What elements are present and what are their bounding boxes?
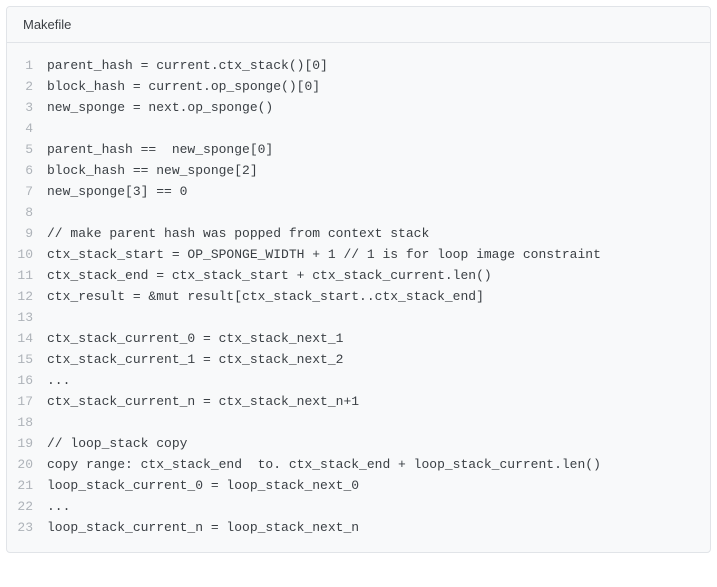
line-number: 19	[7, 433, 47, 454]
code-line: 11ctx_stack_end = ctx_stack_start + ctx_…	[7, 265, 710, 286]
line-content	[47, 412, 710, 433]
code-line: 5parent_hash == new_sponge[0]	[7, 139, 710, 160]
line-number: 7	[7, 181, 47, 202]
code-line: 4	[7, 118, 710, 139]
code-header: Makefile	[7, 7, 710, 43]
line-number: 1	[7, 55, 47, 76]
line-content: ctx_result = &mut result[ctx_stack_start…	[47, 286, 710, 307]
line-number: 12	[7, 286, 47, 307]
line-content: ctx_stack_current_0 = ctx_stack_next_1	[47, 328, 710, 349]
code-body: 1parent_hash = current.ctx_stack()[0]2bl…	[7, 43, 710, 552]
line-number: 9	[7, 223, 47, 244]
line-content: ctx_stack_current_n = ctx_stack_next_n+1	[47, 391, 710, 412]
line-content: parent_hash == new_sponge[0]	[47, 139, 710, 160]
code-line: 16...	[7, 370, 710, 391]
line-number: 13	[7, 307, 47, 328]
code-line: 19// loop_stack copy	[7, 433, 710, 454]
line-content: // make parent hash was popped from cont…	[47, 223, 710, 244]
code-block: Makefile 1parent_hash = current.ctx_stac…	[6, 6, 711, 553]
line-content: block_hash = current.op_sponge()[0]	[47, 76, 710, 97]
code-line: 23loop_stack_current_n = loop_stack_next…	[7, 517, 710, 538]
code-line: 7new_sponge[3] == 0	[7, 181, 710, 202]
line-number: 6	[7, 160, 47, 181]
code-line: 6block_hash == new_sponge[2]	[7, 160, 710, 181]
line-content: // loop_stack copy	[47, 433, 710, 454]
line-number: 20	[7, 454, 47, 475]
line-number: 5	[7, 139, 47, 160]
line-number: 22	[7, 496, 47, 517]
line-content: ...	[47, 496, 710, 517]
code-line: 3new_sponge = next.op_sponge()	[7, 97, 710, 118]
line-number: 18	[7, 412, 47, 433]
code-line: 17ctx_stack_current_n = ctx_stack_next_n…	[7, 391, 710, 412]
code-line: 21loop_stack_current_0 = loop_stack_next…	[7, 475, 710, 496]
line-number: 23	[7, 517, 47, 538]
line-content	[47, 118, 710, 139]
code-line: 14ctx_stack_current_0 = ctx_stack_next_1	[7, 328, 710, 349]
code-line: 2block_hash = current.op_sponge()[0]	[7, 76, 710, 97]
line-number: 4	[7, 118, 47, 139]
line-content: block_hash == new_sponge[2]	[47, 160, 710, 181]
line-number: 16	[7, 370, 47, 391]
line-number: 17	[7, 391, 47, 412]
line-content: loop_stack_current_0 = loop_stack_next_0	[47, 475, 710, 496]
line-content: parent_hash = current.ctx_stack()[0]	[47, 55, 710, 76]
code-line: 20copy range: ctx_stack_end to. ctx_stac…	[7, 454, 710, 475]
line-content: new_sponge = next.op_sponge()	[47, 97, 710, 118]
code-line: 13	[7, 307, 710, 328]
code-line: 8	[7, 202, 710, 223]
code-language-label: Makefile	[23, 17, 71, 32]
line-number: 10	[7, 244, 47, 265]
code-line: 18	[7, 412, 710, 433]
line-number: 14	[7, 328, 47, 349]
line-content	[47, 307, 710, 328]
line-content	[47, 202, 710, 223]
code-line: 9// make parent hash was popped from con…	[7, 223, 710, 244]
code-line: 10ctx_stack_start = OP_SPONGE_WIDTH + 1 …	[7, 244, 710, 265]
code-line: 1parent_hash = current.ctx_stack()[0]	[7, 55, 710, 76]
line-number: 21	[7, 475, 47, 496]
code-line: 15ctx_stack_current_1 = ctx_stack_next_2	[7, 349, 710, 370]
line-content: copy range: ctx_stack_end to. ctx_stack_…	[47, 454, 710, 475]
code-line: 22...	[7, 496, 710, 517]
line-content: loop_stack_current_n = loop_stack_next_n	[47, 517, 710, 538]
line-content: ctx_stack_current_1 = ctx_stack_next_2	[47, 349, 710, 370]
line-number: 8	[7, 202, 47, 223]
line-content: ctx_stack_start = OP_SPONGE_WIDTH + 1 //…	[47, 244, 710, 265]
line-content: new_sponge[3] == 0	[47, 181, 710, 202]
line-content: ctx_stack_end = ctx_stack_start + ctx_st…	[47, 265, 710, 286]
line-content: ...	[47, 370, 710, 391]
line-number: 15	[7, 349, 47, 370]
code-line: 12ctx_result = &mut result[ctx_stack_sta…	[7, 286, 710, 307]
line-number: 2	[7, 76, 47, 97]
line-number: 3	[7, 97, 47, 118]
line-number: 11	[7, 265, 47, 286]
